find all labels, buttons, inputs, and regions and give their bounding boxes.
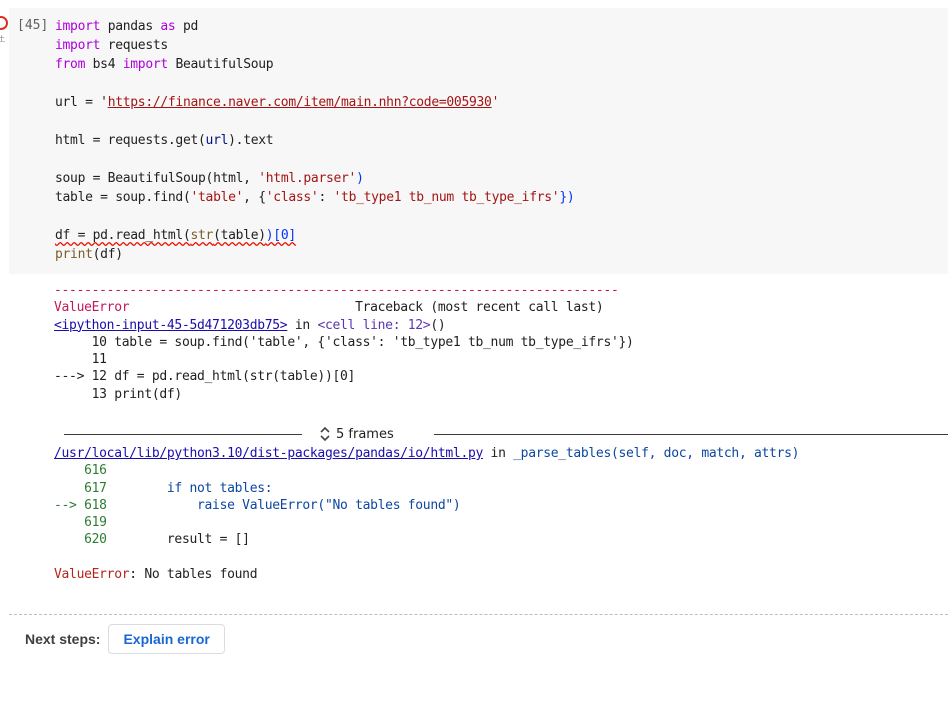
- code-token: 'table': [190, 190, 244, 205]
- execution-count: [45]: [17, 18, 49, 33]
- next-steps-bar: Next steps: Explain error: [25, 624, 225, 654]
- explain-error-button[interactable]: Explain error: [108, 624, 225, 654]
- traceback-line-current: ---> 12 df = pd.read_html(str(table))[0]: [54, 369, 356, 385]
- code-editor[interactable]: import pandas as pd import requests from…: [55, 17, 575, 264]
- function-name: _parse_tables: [513, 446, 611, 461]
- unfold-icon: [320, 426, 330, 442]
- code-token: html: [213, 171, 244, 186]
- code-token: 'tb_type1 tb_num tb_type_ifrs': [333, 190, 560, 205]
- code-token: 'html.parser': [258, 171, 357, 186]
- expand-frames-button[interactable]: 5 frames: [318, 424, 394, 444]
- code-token: url = ': [55, 95, 108, 110]
- cell-indicator-glyph: 土: [0, 35, 5, 43]
- final-error-type: ValueError: [54, 567, 130, 583]
- code-cell[interactable]: [45] import pandas as pd import requests…: [9, 8, 948, 274]
- traceback-output: ----------------------------------------…: [54, 282, 634, 403]
- code-token: , {: [243, 190, 266, 205]
- error-squiggle-line[interactable]: df = pd.read_html(str(table))[0]: [55, 228, 296, 243]
- code-token: pandas: [100, 19, 161, 34]
- frame-line-current: --> 618: [54, 497, 107, 513]
- final-error-message: : No tables found: [129, 567, 258, 583]
- code-token: html = requests.get(: [55, 133, 206, 148]
- file-path-link[interactable]: /usr/local/lib/python3.10/dist-packages/…: [54, 446, 483, 461]
- next-steps-label: Next steps:: [25, 631, 101, 647]
- traceback-line: 13 print(df): [54, 386, 183, 402]
- frame-line-number: 619: [54, 515, 107, 531]
- code-token: bs4: [85, 57, 123, 72]
- frame-line-number: 617: [54, 480, 107, 496]
- frame-code: result = []: [106, 532, 250, 548]
- url-string-link[interactable]: https://finance.naver.com/item/main.nhn?…: [108, 95, 492, 110]
- code-token: import: [55, 38, 101, 53]
- ipython-input-link[interactable]: <ipython-input-45-5d471203db75>: [54, 318, 288, 333]
- error-type: ValueError: [54, 300, 130, 316]
- output-divider: [9, 614, 948, 615]
- code-token: as: [160, 19, 176, 34]
- frame-line-number: 616: [54, 463, 107, 479]
- traceback-line: 10 table = soup.find('table', {'class': …: [54, 334, 634, 350]
- code-token: ): [356, 171, 364, 186]
- code-token: (table): [213, 228, 266, 243]
- cell-line-post: (): [430, 317, 446, 333]
- frame-code: if not tables:: [106, 480, 273, 496]
- code-token: url: [205, 133, 229, 148]
- code-token: import: [122, 57, 168, 72]
- code-token: pd: [175, 19, 199, 34]
- cell-error-indicator: 土: [0, 14, 8, 43]
- code-token: requests: [100, 38, 169, 53]
- in-text: in: [483, 446, 514, 461]
- code-token: soup = BeautifulSoup(: [55, 171, 214, 186]
- code-token: df = pd.read_html(: [55, 228, 191, 243]
- code-token: ).text: [228, 133, 274, 148]
- function-args: (self, doc, match, attrs): [611, 446, 800, 461]
- code-token: from: [55, 57, 86, 72]
- code-token: table = soup.find(: [55, 190, 191, 205]
- cell-line-ref: <cell line: 12>: [317, 317, 431, 333]
- code-token: )[0]: [265, 228, 296, 243]
- frames-divider-left: [64, 434, 302, 435]
- traceback-line: 11: [54, 352, 107, 368]
- frame-line-number: 620: [54, 532, 107, 548]
- code-token: BeautifulSoup: [167, 57, 274, 72]
- frames-label: 5 frames: [336, 426, 394, 442]
- code-token: }): [559, 190, 575, 205]
- error-ring-icon: [0, 16, 8, 30]
- frames-divider-right: [434, 434, 948, 435]
- collapsed-frames-row: 5 frames: [64, 424, 948, 444]
- code-token: str: [190, 228, 214, 243]
- code-token: ,: [243, 171, 259, 186]
- code-token: ': [491, 95, 500, 110]
- traceback-rule: ----------------------------------------…: [54, 283, 619, 298]
- code-token: (df): [92, 247, 123, 262]
- in-text: in: [287, 317, 318, 333]
- traceback-frame-output: /usr/local/lib/python3.10/dist-packages/…: [54, 445, 799, 583]
- code-token: 'class': [265, 190, 319, 205]
- traceback-header: Traceback (most recent call last): [129, 300, 604, 316]
- code-token: print: [55, 247, 93, 262]
- frame-code: raise ValueError("No tables found"): [106, 497, 461, 513]
- code-token: :: [318, 190, 334, 205]
- code-token: import: [55, 19, 101, 34]
